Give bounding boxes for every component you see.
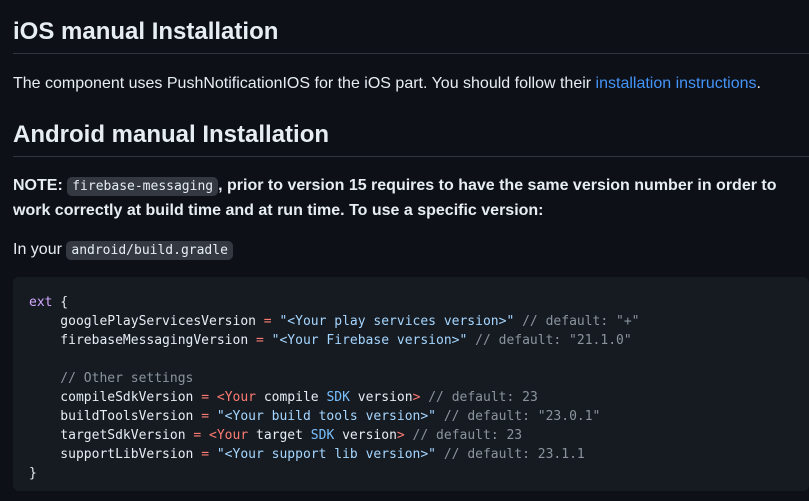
code-token: "<Your play services version>"	[279, 314, 515, 329]
code-token: // default: 23.1.1	[436, 447, 585, 462]
code-token: "<Your Firebase version>"	[271, 333, 468, 348]
installation-instructions-link[interactable]: installation instructions	[596, 75, 757, 92]
code-token: <	[216, 390, 225, 405]
ios-paragraph: The component uses PushNotificationIOS f…	[13, 72, 761, 96]
code-token: "<Your support lib version>"	[216, 447, 437, 462]
firebase-messaging-code: firebase-messaging	[67, 177, 219, 196]
code-token: supportLibVersion	[29, 447, 194, 462]
code-token: version	[349, 390, 413, 405]
ios-heading: iOS manual Installation	[13, 17, 809, 54]
code-token: Your	[216, 428, 249, 443]
code-token: "<Your build tools version>"	[216, 409, 437, 424]
code-ext-keyword: ext	[29, 295, 53, 310]
code-token: googlePlayServicesVersion	[29, 314, 256, 329]
code-token: =	[248, 333, 272, 348]
code-token: buildToolsVersion	[29, 409, 194, 424]
code-token: Your	[224, 390, 256, 405]
note-paragraph: NOTE: firebase-messaging, prior to versi…	[13, 174, 803, 223]
note-label: NOTE:	[13, 177, 63, 194]
code-token: >	[396, 428, 405, 443]
code-token: // default: 23	[404, 428, 523, 443]
ios-paragraph-end: .	[756, 75, 761, 92]
code-token: // default: "+"	[514, 314, 640, 329]
in-your-paragraph: In your android/build.gradle	[13, 238, 233, 263]
code-token: target	[248, 428, 311, 443]
code-token: {	[52, 295, 69, 310]
android-heading: Android manual Installation	[13, 120, 809, 157]
code-token: version	[334, 428, 397, 443]
code-token: // default: "21.1.0"	[467, 333, 632, 348]
code-token: =	[193, 409, 217, 424]
code-block[interactable]: ext { googlePlayServicesVersion = "<Your…	[13, 277, 809, 491]
code-content: ext { googlePlayServicesVersion = "<Your…	[29, 293, 793, 483]
code-token: }	[29, 466, 37, 481]
code-token: =	[193, 447, 217, 462]
ios-paragraph-text: The component uses PushNotificationIOS f…	[13, 75, 596, 92]
code-token: compileSdkVersion	[29, 390, 194, 405]
code-token: SDK	[326, 390, 350, 405]
code-token: // Other settings	[29, 371, 194, 386]
code-token: SDK	[310, 428, 335, 443]
code-token: firebaseMessagingVersion	[29, 333, 249, 348]
code-token: // default: "23.0.1"	[436, 409, 601, 424]
code-token: =	[255, 314, 280, 329]
code-token: targetSdkVersion	[29, 428, 186, 443]
code-token: compile	[256, 390, 327, 405]
code-token: <	[209, 428, 217, 443]
build-gradle-code: android/build.gradle	[66, 241, 233, 260]
in-your-text: In your	[13, 241, 62, 258]
code-token: =	[193, 390, 217, 405]
code-token: =	[185, 428, 210, 443]
code-token: // default: 23	[420, 390, 538, 405]
